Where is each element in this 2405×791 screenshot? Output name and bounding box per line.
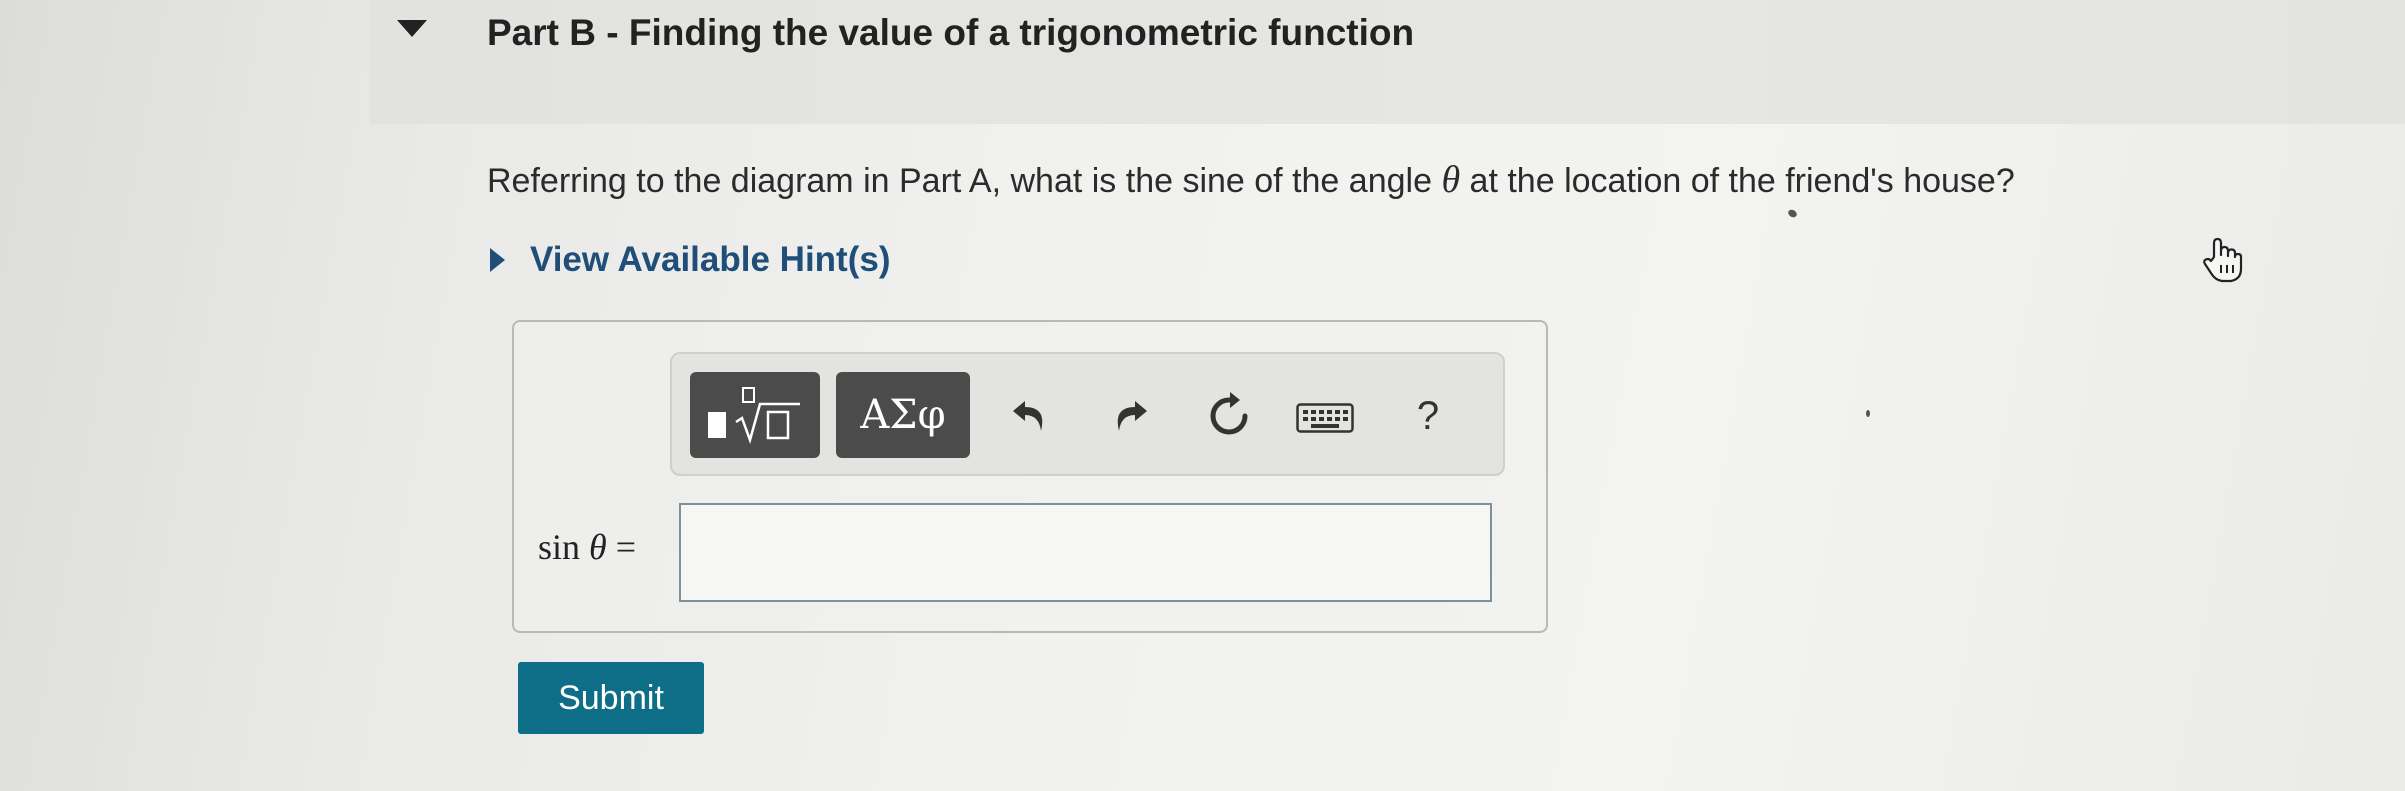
- templates-button[interactable]: [690, 372, 820, 458]
- expand-triangle-icon: [490, 248, 505, 272]
- view-hints-label: View Available Hint(s): [530, 240, 891, 279]
- submit-button[interactable]: Submit: [518, 662, 704, 734]
- undo-button[interactable]: [1000, 388, 1060, 444]
- help-button[interactable]: ?: [1398, 386, 1458, 446]
- keyboard-icon: [1296, 403, 1354, 433]
- hand-cursor-icon: [2203, 237, 2243, 283]
- part-title[interactable]: Part B - Finding the value of a trigonom…: [487, 12, 1414, 54]
- question-text-after: at the location of the friend's house?: [1460, 162, 2015, 200]
- answer-label-theta: θ: [589, 527, 607, 567]
- templates-icon: [708, 387, 800, 445]
- screen-speck: [1866, 410, 1870, 417]
- view-hints-toggle[interactable]: View Available Hint(s): [490, 240, 890, 280]
- symbols-button[interactable]: ΑΣφ: [836, 372, 970, 458]
- reset-icon: [1210, 392, 1248, 435]
- undo-icon: [1013, 401, 1043, 431]
- question-text-before: Referring to the diagram in Part A, what…: [487, 162, 1442, 200]
- redo-button[interactable]: [1100, 388, 1160, 444]
- question-text: Referring to the diagram in Part A, what…: [487, 158, 2015, 202]
- answer-label-func: sin: [538, 527, 581, 567]
- keyboard-button[interactable]: [1295, 398, 1355, 438]
- reset-button[interactable]: [1198, 386, 1260, 446]
- collapse-triangle-icon[interactable]: [397, 20, 427, 37]
- question-theta: θ: [1441, 159, 1461, 201]
- answer-label-equals: =: [615, 527, 637, 567]
- redo-icon: [1117, 401, 1147, 431]
- answer-label: sin θ =: [538, 526, 636, 568]
- answer-input[interactable]: [679, 503, 1492, 602]
